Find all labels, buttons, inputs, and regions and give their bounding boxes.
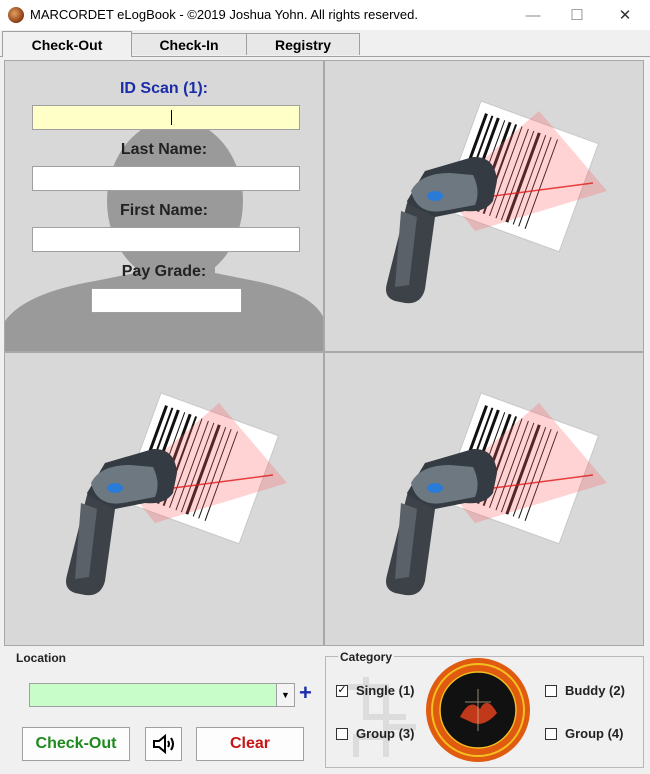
- dropdown-arrow-icon[interactable]: ▼: [276, 684, 294, 706]
- title-bar: MARCORDET eLogBook - ©2019 Joshua Yohn. …: [0, 0, 650, 30]
- pay-grade-input[interactable]: [91, 288, 242, 313]
- group-4-checkbox[interactable]: [545, 727, 557, 740]
- buddy-checkbox-label: Buddy (2): [565, 683, 625, 698]
- category-option-buddy[interactable]: Buddy (2): [545, 683, 625, 698]
- category-option-group-3[interactable]: Group (3): [336, 726, 415, 741]
- group-4-checkbox-label: Group (4): [565, 726, 624, 741]
- last-name-label: Last Name:: [120, 141, 208, 158]
- first-name-input[interactable]: [32, 227, 300, 252]
- id-scan-label: ID Scan (1):: [119, 80, 208, 97]
- marine-corps-seal-logo: [426, 658, 530, 762]
- group-3-checkbox[interactable]: [336, 727, 348, 740]
- first-name-label: First Name:: [119, 202, 209, 219]
- location-label: Location: [16, 651, 66, 665]
- pay-grade-label: Pay Grade:: [121, 263, 207, 280]
- app-logo-icon: [8, 7, 24, 23]
- minimize-icon[interactable]: —: [510, 0, 556, 30]
- category-option-group-4[interactable]: Group (4): [545, 726, 624, 741]
- window-title: MARCORDET eLogBook - ©2019 Joshua Yohn. …: [30, 7, 418, 22]
- clear-button[interactable]: Clear: [196, 727, 304, 761]
- buddy-checkbox[interactable]: [545, 684, 557, 697]
- barcode-scanner-icon: [386, 100, 607, 304]
- scan-form-panel: ID Scan (1): Last Name: First Name: Pay …: [4, 60, 324, 352]
- maximize-icon[interactable]: ☐: [554, 0, 600, 30]
- category-label: Category: [338, 650, 395, 664]
- group-3-checkbox-label: Group (3): [356, 726, 415, 741]
- check-out-button[interactable]: Check-Out: [22, 727, 130, 761]
- tab-check-in[interactable]: Check-In: [131, 33, 247, 55]
- location-select[interactable]: ▼: [29, 683, 295, 707]
- scanner-panel-2: [324, 60, 644, 352]
- category-option-single[interactable]: ✓ Single (1): [336, 683, 415, 698]
- tab-registry[interactable]: Registry: [246, 33, 360, 55]
- barcode-scanner-icon: [66, 392, 287, 596]
- id-scan-input[interactable]: [32, 105, 300, 130]
- single-checkbox-label: Single (1): [356, 683, 415, 698]
- scanner-panel-3: [4, 352, 324, 646]
- scanner-panel-4: [324, 352, 644, 646]
- close-icon[interactable]: ✕: [602, 0, 648, 30]
- single-checkbox[interactable]: ✓: [336, 684, 348, 697]
- barcode-scanner-icon: [386, 392, 607, 596]
- speaker-icon: [152, 733, 174, 755]
- sound-toggle-button[interactable]: [145, 727, 182, 761]
- tab-check-out[interactable]: Check-Out: [2, 31, 132, 57]
- text-cursor: [171, 110, 172, 125]
- add-location-button[interactable]: +: [299, 681, 312, 705]
- last-name-input[interactable]: [32, 166, 300, 191]
